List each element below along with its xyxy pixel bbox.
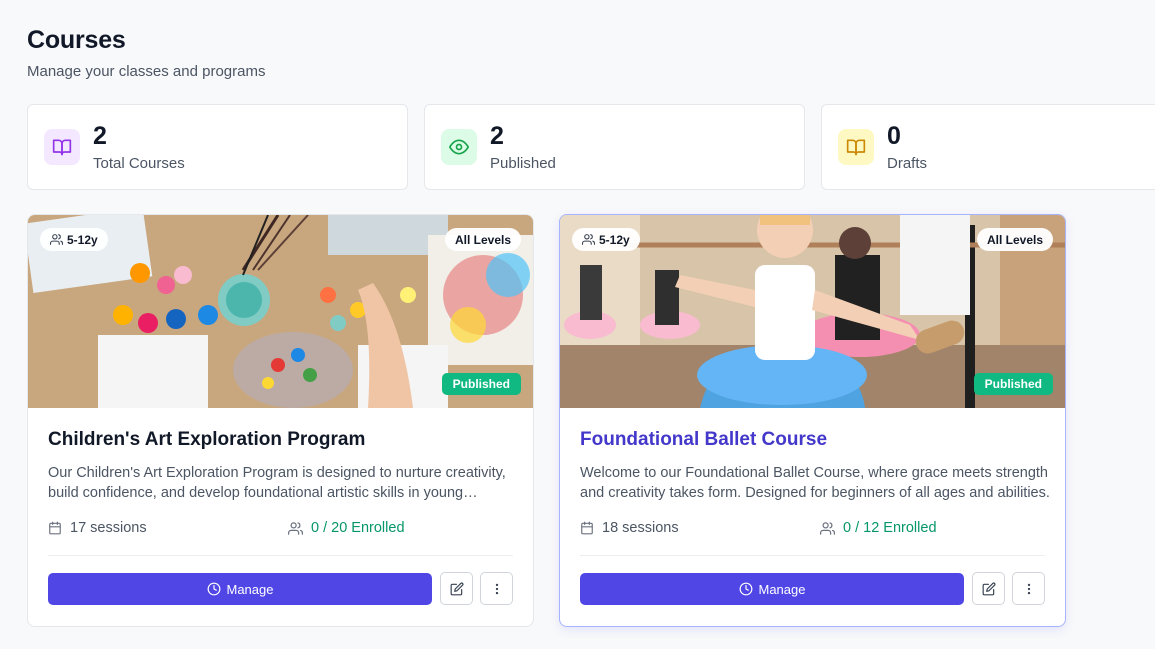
manage-label: Manage [758, 581, 806, 597]
edit-button[interactable] [440, 572, 473, 605]
manage-button[interactable]: Manage [48, 573, 432, 605]
calendar-icon [49, 521, 61, 535]
stat-label: Drafts [887, 155, 928, 172]
age-range-badge: 5-12y [572, 228, 640, 251]
calendar-icon [581, 521, 593, 535]
sessions-text: 17 sessions [70, 520, 147, 536]
enrollment-count: 0 / 12 Enrolled [820, 520, 937, 536]
enrollment-count: 0 / 20 Enrolled [288, 520, 405, 536]
more-options-button[interactable] [1012, 572, 1045, 605]
divider [580, 555, 1045, 556]
clock-icon [739, 582, 752, 596]
enrolled-text: 0 / 20 Enrolled [311, 520, 405, 536]
stat-label: Total Courses [93, 155, 185, 172]
more-vertical-icon [495, 583, 498, 594]
age-range-text: 5-12y [599, 232, 630, 247]
course-description: Our Children's Art Exploration Program i… [48, 465, 506, 501]
course-title[interactable]: Children's Art Exploration Program [48, 429, 365, 451]
level-badge: All Levels [976, 228, 1053, 251]
users-icon [50, 234, 63, 245]
divider [48, 555, 513, 556]
stats-row: 2 Total Courses 2 Published 0 Drafts [27, 104, 1155, 190]
more-options-button[interactable] [480, 572, 513, 605]
edit-button[interactable] [972, 572, 1005, 605]
users-icon [582, 234, 595, 245]
course-card[interactable]: 5-12y All Levels Published Foundational … [559, 214, 1066, 627]
manage-button[interactable]: Manage [580, 573, 964, 605]
enrolled-text: 0 / 12 Enrolled [843, 520, 937, 536]
sessions-count: 18 sessions [580, 520, 679, 536]
stat-card-drafts: 0 Drafts [821, 104, 1155, 190]
eye-icon [441, 129, 477, 165]
stat-value: 0 [887, 122, 901, 150]
stat-card-total: 2 Total Courses [27, 104, 408, 190]
manage-label: Manage [226, 581, 274, 597]
page-subtitle: Manage your classes and programs [27, 63, 266, 80]
page-header: Courses Manage your classes and programs [27, 26, 265, 80]
stat-label: Published [490, 155, 556, 172]
age-range-text: 5-12y [67, 232, 98, 247]
clock-icon [207, 582, 220, 596]
edit-icon [982, 582, 995, 595]
page-title: Courses [27, 26, 126, 54]
course-description: Welcome to our Foundational Ballet Cours… [580, 465, 1050, 501]
course-title[interactable]: Foundational Ballet Course [580, 429, 827, 451]
book-open-icon [838, 129, 874, 165]
edit-icon [450, 582, 463, 595]
course-card[interactable]: 5-12y All Levels Published Children's Ar… [27, 214, 534, 627]
more-vertical-icon [1027, 583, 1030, 594]
sessions-text: 18 sessions [602, 520, 679, 536]
users-icon [288, 521, 303, 535]
status-badge: Published [441, 373, 521, 395]
book-open-icon [44, 129, 80, 165]
stat-value: 2 [490, 122, 504, 150]
stat-card-published: 2 Published [424, 104, 805, 190]
users-icon [820, 521, 835, 535]
status-badge: Published [973, 373, 1053, 395]
stat-value: 2 [93, 122, 107, 150]
sessions-count: 17 sessions [48, 520, 147, 536]
age-range-badge: 5-12y [40, 228, 108, 251]
level-badge: All Levels [444, 228, 521, 251]
